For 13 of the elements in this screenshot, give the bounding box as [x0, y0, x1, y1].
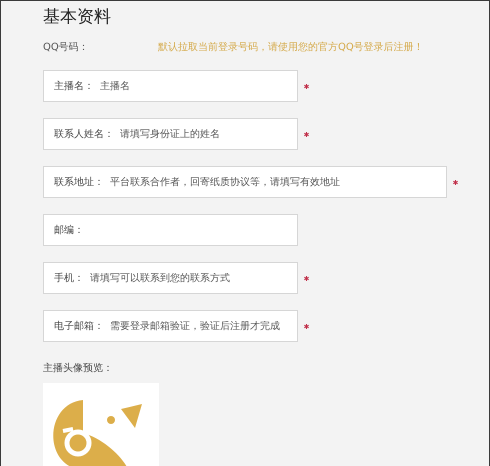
avatar-label: 主播头像预览： [43, 362, 114, 375]
page-title: 基本资料 [43, 6, 112, 29]
field-label: 电子邮箱： [54, 320, 104, 333]
field-label: 邮编： [54, 224, 84, 237]
input-field[interactable]: 请填写身份证上的姓名 [120, 128, 287, 140]
qq-label: QQ号码： [43, 41, 90, 54]
field-label: 联系地址： [54, 176, 104, 189]
notice-text: 默认拉取当前登录号码，请使用您的官方QQ号登录后注册！ [158, 40, 424, 54]
text-field[interactable]: 邮编： [43, 214, 298, 246]
field-label: 主播名： [54, 80, 94, 93]
field-label: 手机： [54, 272, 84, 285]
text-field[interactable]: 联系人姓名： 请填写身份证上的姓名 [43, 118, 298, 150]
field-label: 联系人姓名： [54, 128, 114, 141]
